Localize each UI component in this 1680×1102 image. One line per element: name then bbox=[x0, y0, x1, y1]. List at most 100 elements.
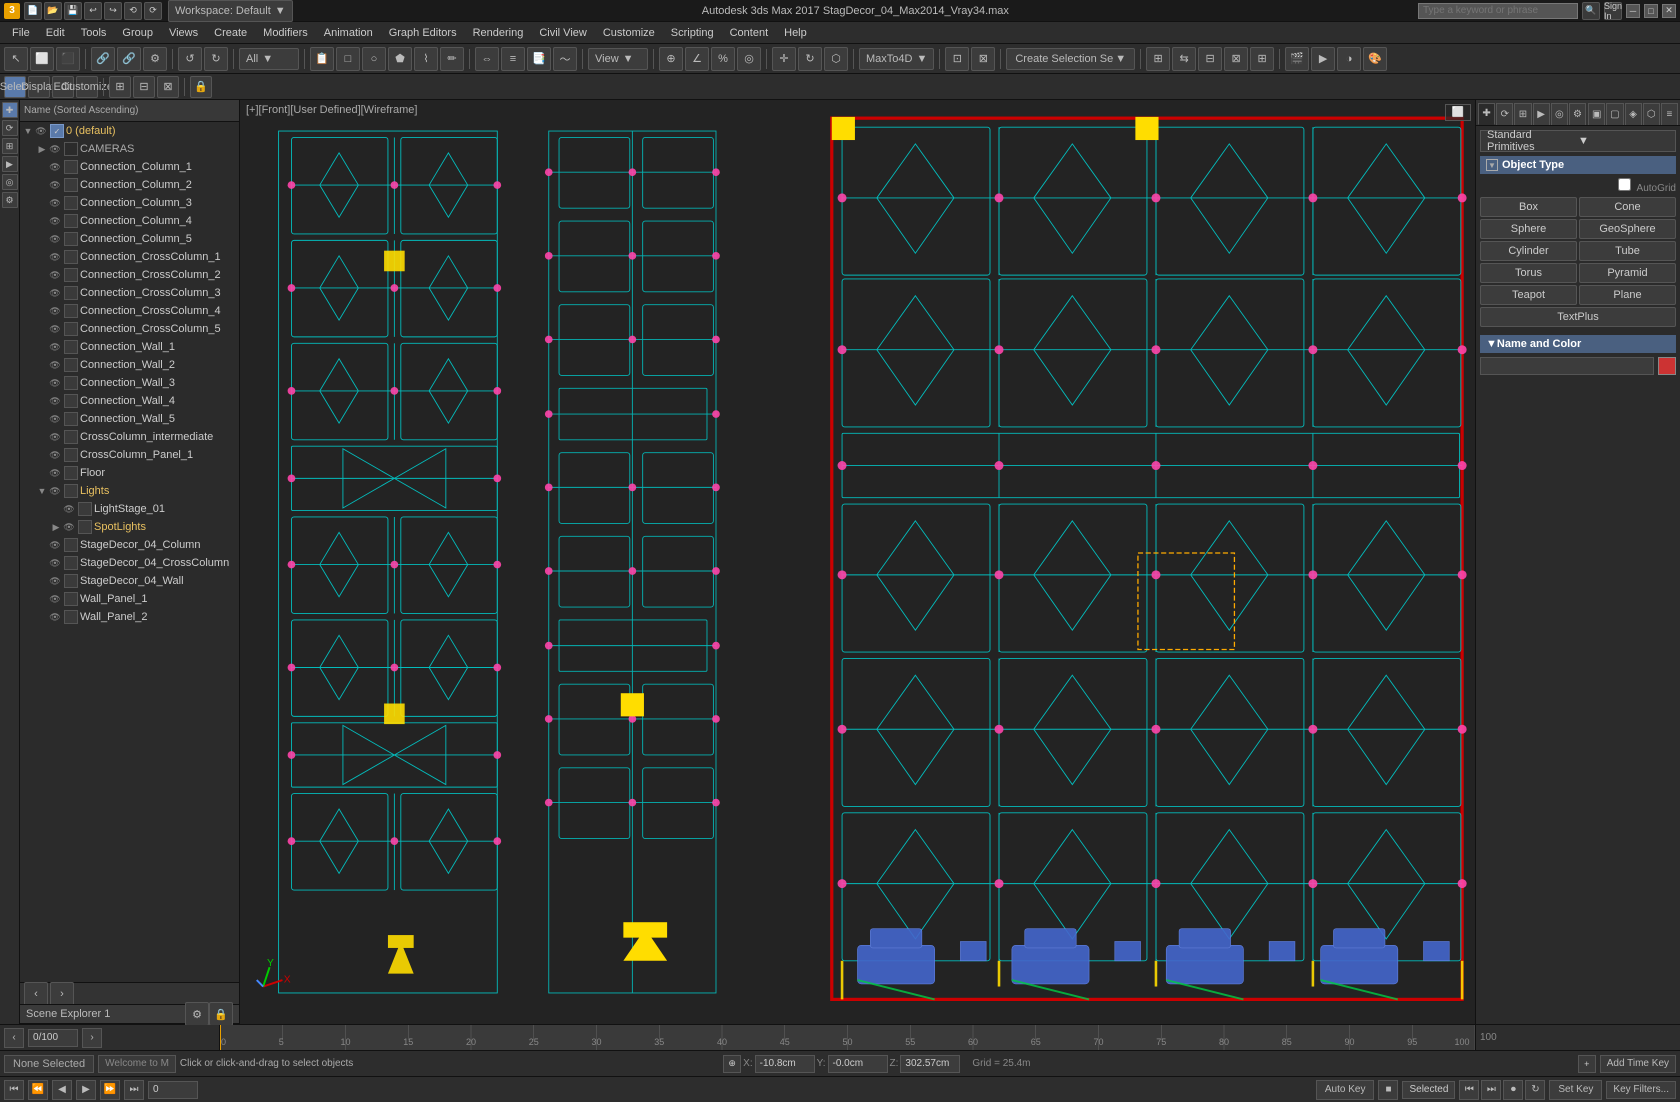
eye-icon-conn-wall-3[interactable]: 👁 bbox=[48, 376, 62, 390]
percent-snap-btn[interactable]: % bbox=[711, 47, 735, 71]
eye-icon-floor[interactable]: 👁 bbox=[48, 466, 62, 480]
align-tool-btn[interactable]: ⊟ bbox=[1198, 47, 1222, 71]
menu-graph-editors[interactable]: Graph Editors bbox=[381, 25, 465, 41]
rpanel-tab-utilities[interactable]: ⚙ bbox=[1569, 103, 1586, 125]
obj-type-textplus[interactable]: TextPlus bbox=[1480, 307, 1676, 327]
tree-item-conn-wall-5[interactable]: 👁 Connection_Wall_5 bbox=[20, 410, 239, 428]
select-object-btn[interactable]: ↖ bbox=[4, 47, 28, 71]
tree-item-conn-wall-2[interactable]: 👁 Connection_Wall_2 bbox=[20, 356, 239, 374]
eye-icon-default[interactable]: 👁 bbox=[34, 124, 48, 138]
unlink-btn[interactable]: 🔗 bbox=[117, 47, 141, 71]
menu-create[interactable]: Create bbox=[206, 25, 255, 41]
tree-item-conn-col-4[interactable]: 👁 Connection_Column_4 bbox=[20, 212, 239, 230]
rpanel-tab-hierarchy[interactable]: ⊞ bbox=[1514, 103, 1531, 125]
scene-prev-btn[interactable]: ‹ bbox=[24, 982, 48, 1006]
tree-item-lights[interactable]: ▼ 👁 Lights bbox=[20, 482, 239, 500]
primitives-dropdown[interactable]: Standard Primitives ▼ bbox=[1480, 130, 1676, 152]
use-pivot-btn[interactable]: ⊡ bbox=[945, 47, 969, 71]
eye-icon-conn-col-2[interactable]: 👁 bbox=[48, 178, 62, 192]
rpanel-tab-extra4[interactable]: ⬡ bbox=[1643, 103, 1660, 125]
anim-step-fwd[interactable]: ⏭ bbox=[1481, 1080, 1501, 1100]
paint-select-btn[interactable]: ✏ bbox=[440, 47, 464, 71]
anim-prev-frame[interactable]: ⏪ bbox=[28, 1080, 48, 1100]
mirror-tool-btn[interactable]: ⇆ bbox=[1172, 47, 1196, 71]
named-selections-btn[interactable]: ⊞ bbox=[1146, 47, 1170, 71]
render-btn[interactable]: ▶ bbox=[1311, 47, 1335, 71]
maxtrac-dropdown[interactable]: MaxTo4D ▼ bbox=[859, 48, 934, 70]
viewport-area[interactable]: [+][Front][User Defined][Wireframe] bbox=[240, 100, 1475, 1024]
spacing-tool-btn[interactable]: ⊠ bbox=[1224, 47, 1248, 71]
obj-type-plane[interactable]: Plane bbox=[1579, 285, 1676, 305]
eye-icon-conn-col-1[interactable]: 👁 bbox=[48, 160, 62, 174]
tree-item-conn-cross-col-3[interactable]: 👁 Connection_CrossColumn_3 bbox=[20, 284, 239, 302]
anim-loop[interactable]: ↻ bbox=[1525, 1080, 1545, 1100]
obj-type-pyramid[interactable]: Pyramid bbox=[1579, 263, 1676, 283]
maximize-viewport-btn[interactable]: ⬜ bbox=[1445, 104, 1471, 121]
link-btn[interactable]: 🔗 bbox=[91, 47, 115, 71]
eye-icon-conn-wall-2[interactable]: 👁 bbox=[48, 358, 62, 372]
obj-type-cone[interactable]: Cone bbox=[1579, 197, 1676, 217]
align-btn[interactable]: ≡ bbox=[501, 47, 525, 71]
left-motion-btn[interactable]: ▶ bbox=[2, 156, 18, 172]
render-setup-btn[interactable]: 🎬 bbox=[1285, 47, 1309, 71]
obj-type-teapot[interactable]: Teapot bbox=[1480, 285, 1577, 305]
select-region-fence-btn[interactable]: ⬟ bbox=[388, 47, 412, 71]
eye-icon-crosscol-panel-1[interactable]: 👁 bbox=[48, 448, 62, 462]
autogrid-checkbox[interactable] bbox=[1618, 178, 1631, 191]
tree-item-stagedecor-crosscol[interactable]: 👁 StageDecor_04_CrossColumn bbox=[20, 554, 239, 572]
collapse-object-type-btn[interactable]: ▼ bbox=[1486, 159, 1498, 171]
left-modify-btn[interactable]: ⟳ bbox=[2, 120, 18, 136]
expand-arrow-default[interactable]: ▼ bbox=[22, 126, 34, 136]
eye-icon-conn-wall-5[interactable]: 👁 bbox=[48, 412, 62, 426]
view-dropdown[interactable]: View ▼ bbox=[588, 48, 648, 70]
eye-icon-wall-panel-2[interactable]: 👁 bbox=[48, 610, 62, 624]
tree-item-floor[interactable]: 👁 Floor bbox=[20, 464, 239, 482]
rpanel-tab-modify[interactable]: ⟳ bbox=[1496, 103, 1513, 125]
workspace-dropdown[interactable]: Workspace: Default ▼ bbox=[168, 0, 293, 22]
redo-scene-btn[interactable]: ⟳ bbox=[144, 2, 162, 20]
timeline-next-btn[interactable]: › bbox=[82, 1028, 102, 1048]
tree-item-conn-cross-col-2[interactable]: 👁 Connection_CrossColumn_2 bbox=[20, 266, 239, 284]
menu-content[interactable]: Content bbox=[722, 25, 777, 41]
tree-item-conn-col-3[interactable]: 👁 Connection_Column_3 bbox=[20, 194, 239, 212]
eye-icon-conn-wall-4[interactable]: 👁 bbox=[48, 394, 62, 408]
tree-item-lightstage-01[interactable]: 👁 LightStage_01 bbox=[20, 500, 239, 518]
eye-icon-lights[interactable]: 👁 bbox=[48, 484, 62, 498]
add-time-key-btn[interactable]: Add Time Key bbox=[1600, 1055, 1676, 1073]
rpanel-tab-create[interactable]: ✚ bbox=[1478, 103, 1495, 125]
anim-goto-end[interactable]: ⏭ bbox=[124, 1080, 144, 1100]
material-editor-btn[interactable]: 🎨 bbox=[1363, 47, 1387, 71]
close-btn[interactable]: ✕ bbox=[1662, 4, 1676, 18]
tree-item-conn-col-5[interactable]: 👁 Connection_Column_5 bbox=[20, 230, 239, 248]
invert-btn[interactable]: ⊠ bbox=[157, 76, 179, 98]
obj-type-sphere[interactable]: Sphere bbox=[1480, 219, 1577, 239]
eye-icon-conn-wall-1[interactable]: 👁 bbox=[48, 340, 62, 354]
scene-explorer-settings-btn[interactable]: ⚙ bbox=[185, 1002, 209, 1026]
tree-item-conn-wall-4[interactable]: 👁 Connection_Wall_4 bbox=[20, 392, 239, 410]
search-icon[interactable]: 🔍 bbox=[1582, 2, 1600, 20]
curve-editor-btn[interactable]: 〜 bbox=[553, 47, 577, 71]
bind-btn[interactable]: ⚙ bbox=[143, 47, 167, 71]
scene-explorer-lock-btn[interactable]: 🔒 bbox=[209, 1002, 233, 1026]
obj-type-box[interactable]: Box bbox=[1480, 197, 1577, 217]
left-utilities-btn[interactable]: ⚙ bbox=[2, 192, 18, 208]
anim-next-frame[interactable]: ⏩ bbox=[100, 1080, 120, 1100]
left-create-btn[interactable]: ✚ bbox=[2, 102, 18, 118]
scene-tree[interactable]: ▼ 👁 ✓ 0 (default) ▶ 👁 CAMERAS 👁 Connecti… bbox=[20, 122, 239, 982]
name-color-input[interactable] bbox=[1480, 357, 1654, 375]
snap-3d-btn[interactable]: ⊕ bbox=[659, 47, 683, 71]
menu-file[interactable]: File bbox=[4, 25, 38, 41]
anim-step-back[interactable]: ⏮ bbox=[1459, 1080, 1479, 1100]
select-by-name-btn[interactable]: 📋 bbox=[310, 47, 334, 71]
sign-in-btn[interactable]: Sign In bbox=[1604, 2, 1622, 20]
add-time-key-icon[interactable]: + bbox=[1578, 1055, 1596, 1073]
expand-arrow-cameras[interactable]: ▶ bbox=[36, 144, 48, 155]
undo-btn[interactable]: ↩ bbox=[84, 2, 102, 20]
anim-record[interactable]: ⏺ bbox=[1503, 1080, 1523, 1100]
window-crossing-btn[interactable]: ⬛ bbox=[56, 47, 80, 71]
spinner-snap-btn[interactable]: ◎ bbox=[737, 47, 761, 71]
eye-icon-conn-cross-col-2[interactable]: 👁 bbox=[48, 268, 62, 282]
frame-counter[interactable]: 0 / 100 bbox=[28, 1029, 78, 1047]
tree-item-conn-cross-col-1[interactable]: 👁 Connection_CrossColumn_1 bbox=[20, 248, 239, 266]
all-btn[interactable]: ⊞ bbox=[109, 76, 131, 98]
